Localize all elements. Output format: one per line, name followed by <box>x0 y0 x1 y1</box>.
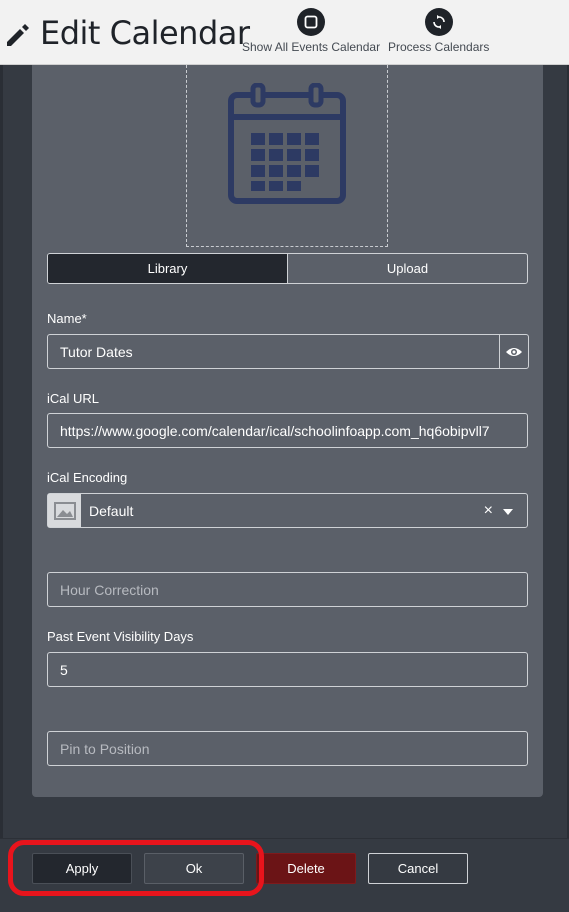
eye-icon <box>506 347 522 356</box>
clear-icon[interactable]: × <box>484 502 493 520</box>
calendar-icon <box>228 83 346 204</box>
delete-button[interactable]: Delete <box>256 853 356 884</box>
tab-library[interactable]: Library <box>48 254 287 283</box>
calendar-image-preview[interactable] <box>186 65 388 247</box>
ical-encoding-value: Default <box>89 502 134 519</box>
apply-button[interactable]: Apply <box>32 853 132 884</box>
page-header: Edit Calendar Show All Events Calendar P… <box>0 0 569 65</box>
process-calendars-button[interactable]: Process Calendars <box>388 8 489 54</box>
chevron-down-icon[interactable] <box>503 502 513 520</box>
tab-upload[interactable]: Upload <box>287 254 527 283</box>
page-title: Edit Calendar <box>40 14 250 52</box>
ical-encoding-label: iCal Encoding <box>47 470 128 485</box>
process-calendars-label: Process Calendars <box>388 40 490 54</box>
ical-encoding-select[interactable]: Default × <box>47 493 528 528</box>
ical-url-field[interactable]: https://www.google.com/calendar/ical/sch… <box>47 413 528 448</box>
image-source-toggle: Library Upload <box>47 253 528 284</box>
name-field[interactable]: Tutor Dates <box>47 334 500 369</box>
refresh-icon <box>424 8 453 36</box>
visibility-toggle-button[interactable] <box>499 334 529 369</box>
show-all-events-calendar-button[interactable]: Show All Events Calendar <box>242 8 380 54</box>
hour-correction-field[interactable]: Hour Correction <box>47 572 528 607</box>
pin-to-position-field[interactable]: Pin to Position <box>47 731 528 766</box>
image-thumbnail-icon <box>48 494 81 527</box>
cancel-button[interactable]: Cancel <box>368 853 468 884</box>
show-all-events-calendar-label: Show All Events Calendar <box>242 40 381 54</box>
ical-url-label: iCal URL <box>47 391 100 406</box>
square-icon <box>297 8 326 36</box>
left-edge <box>0 65 3 840</box>
ok-button[interactable]: Ok <box>144 853 244 884</box>
pencil-icon <box>4 20 32 48</box>
past-event-visibility-label: Past Event Visibility Days <box>47 629 194 644</box>
name-label: Name* <box>47 311 87 326</box>
past-event-visibility-field[interactable]: 5 <box>47 652 528 687</box>
